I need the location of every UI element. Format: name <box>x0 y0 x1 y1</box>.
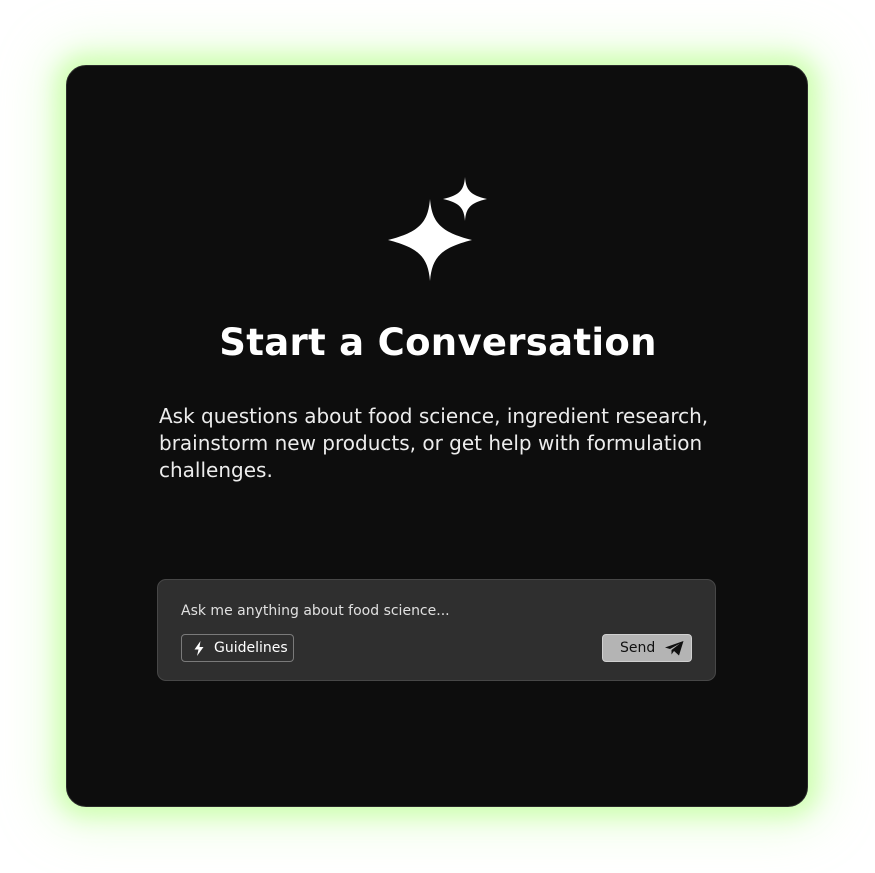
guidelines-button[interactable]: Guidelines <box>181 634 294 662</box>
chat-welcome-card: Start a Conversation Ask questions about… <box>66 65 808 807</box>
page-subtitle: Ask questions about food science, ingred… <box>159 404 709 482</box>
send-button[interactable]: Send <box>602 634 692 662</box>
message-input[interactable] <box>181 600 681 622</box>
message-composer: Guidelines Send <box>157 579 716 681</box>
guidelines-button-label: Guidelines <box>214 640 288 656</box>
paper-plane-icon <box>665 640 684 656</box>
lightning-icon <box>193 640 205 656</box>
send-button-label: Send <box>620 640 656 656</box>
sparkles-icon <box>388 177 487 281</box>
page-title: Start a Conversation <box>219 321 657 364</box>
